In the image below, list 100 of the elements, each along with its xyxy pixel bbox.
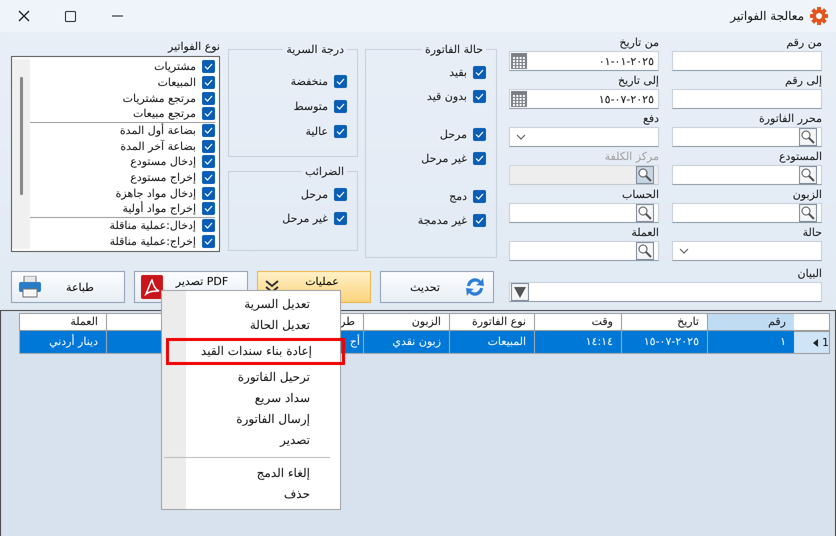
minimize-icon <box>112 15 123 17</box>
lookup-field[interactable] <box>672 203 822 223</box>
checkbox[interactable] <box>473 90 486 102</box>
lookup-field[interactable] <box>672 165 822 185</box>
checkbox[interactable] <box>473 214 486 226</box>
printer-icon <box>18 276 42 298</box>
field-label: من تاريخ <box>619 36 659 49</box>
calendar-icon[interactable] <box>511 91 527 107</box>
checkbox-label: منخفضة <box>290 75 328 88</box>
search-icon[interactable] <box>636 166 654 184</box>
checkbox[interactable] <box>473 128 486 140</box>
menu-item[interactable]: إلغاء الدمج <box>162 463 340 484</box>
chevron-down-icon[interactable] <box>679 248 689 254</box>
check-icon <box>475 154 484 162</box>
checkbox-label: مرحل <box>300 188 328 200</box>
menu-item[interactable]: إعادة بناء سندات القيد <box>166 338 345 365</box>
triangle-down-icon[interactable] <box>511 283 529 301</box>
check-icon <box>475 192 484 200</box>
checkbox[interactable] <box>202 76 215 89</box>
column-header[interactable]: العملة <box>19 313 106 331</box>
lookup-field[interactable] <box>509 165 659 185</box>
checkbox[interactable] <box>202 219 215 232</box>
pdf-icon <box>141 275 163 299</box>
search-icon[interactable] <box>799 128 817 146</box>
checkbox[interactable] <box>334 125 347 138</box>
checkbox-label: متوسط <box>293 100 328 113</box>
scrollbar[interactable] <box>12 59 30 249</box>
date-field[interactable]: ٢٠٢٥-٠١-٠١ <box>509 51 659 71</box>
grid-corner <box>794 313 830 331</box>
toolbar-button[interactable]: تحديث <box>380 271 494 303</box>
close-icon <box>18 10 30 22</box>
column-header[interactable]: نوع الفاتورة <box>449 313 534 331</box>
field-label: محرر الفاتورة <box>758 112 822 125</box>
lookup-field[interactable] <box>509 203 659 223</box>
checkbox[interactable] <box>202 202 215 216</box>
checkbox[interactable] <box>473 190 486 202</box>
row-header[interactable]: 1 <box>794 331 830 354</box>
search-icon[interactable] <box>799 166 817 184</box>
field-label: الحساب <box>622 188 659 201</box>
checkbox-label: غير مرحل <box>282 212 328 224</box>
checkbox[interactable] <box>334 75 347 88</box>
checkbox[interactable] <box>202 171 215 184</box>
input-field[interactable] <box>672 89 822 109</box>
checkbox[interactable] <box>202 60 215 74</box>
checkbox[interactable] <box>202 107 215 120</box>
checkbox[interactable] <box>202 186 215 200</box>
table-cell: المبيعات <box>449 331 534 354</box>
menu-item[interactable]: تصدير <box>162 430 340 451</box>
check-icon <box>475 130 484 138</box>
lookup-field[interactable] <box>672 127 822 147</box>
table-cell: دينار أردني <box>19 331 106 354</box>
list-title: نوع الفواتير <box>168 40 220 54</box>
dropdown-field[interactable] <box>509 127 659 147</box>
checkbox-label: بضاعة آخر المدة <box>120 140 196 153</box>
checkbox[interactable] <box>473 66 486 78</box>
checkbox[interactable] <box>334 100 347 113</box>
field-label: من رقم <box>786 36 822 49</box>
menu-item[interactable]: إرسال الفاتورة <box>162 409 340 430</box>
table-cell: ١٤:١٤ <box>534 331 621 354</box>
group-title: حالة الفاتورة <box>424 43 484 56</box>
group-title: درجة السرية <box>285 43 345 56</box>
checkbox[interactable] <box>202 124 215 137</box>
field-label: المستودع <box>778 150 822 163</box>
checkbox[interactable] <box>202 155 215 168</box>
search-icon[interactable] <box>636 242 654 260</box>
checkbox-label: غير مدمجة <box>418 214 467 226</box>
lookup-field[interactable] <box>509 241 659 261</box>
input-field[interactable] <box>672 51 822 71</box>
dropdown-field[interactable] <box>672 241 822 261</box>
chevron-down-icon[interactable] <box>516 134 526 140</box>
group-title: الضرائب <box>304 165 345 178</box>
row-number: 1 <box>822 336 829 349</box>
checkbox-label: مرتجع مشتريات <box>122 92 196 105</box>
menu-item[interactable]: سداد سريع <box>162 388 340 409</box>
check-icon <box>336 103 345 110</box>
checkbox-label: إدخال مواد جاهزة <box>116 186 196 200</box>
check-icon <box>475 92 484 100</box>
column-header[interactable]: تاريخ <box>621 313 707 331</box>
search-icon[interactable] <box>799 204 817 222</box>
date-field[interactable]: ٢٠٢٥-٠٧-١٥ <box>509 89 659 109</box>
menu-item[interactable]: ترحيل الفاتورة <box>162 367 340 388</box>
checkbox[interactable] <box>473 152 486 164</box>
checkbox[interactable] <box>334 188 347 200</box>
menu-item[interactable]: حذف <box>162 484 340 505</box>
search-icon[interactable] <box>636 204 654 222</box>
check-icon <box>336 214 345 222</box>
checkbox[interactable] <box>202 92 215 105</box>
checkbox-label: إخراج مواد أولية <box>122 202 196 216</box>
checkbox-label: إخراج:عملية مناقلة <box>110 234 196 248</box>
column-header[interactable]: الزبون <box>363 313 449 331</box>
filter-field[interactable] <box>509 282 822 302</box>
calendar-icon[interactable] <box>511 53 527 69</box>
column-header[interactable]: وقت <box>534 313 621 331</box>
checkbox[interactable] <box>334 212 347 224</box>
column-header[interactable]: رقم <box>707 313 794 331</box>
toolbar-button[interactable]: طباعة <box>11 271 125 303</box>
table-cell: ١ <box>707 331 794 354</box>
checkbox-label: مرتجع مبيعات <box>132 107 196 120</box>
checkbox[interactable] <box>202 140 215 153</box>
checkbox[interactable] <box>202 234 215 248</box>
